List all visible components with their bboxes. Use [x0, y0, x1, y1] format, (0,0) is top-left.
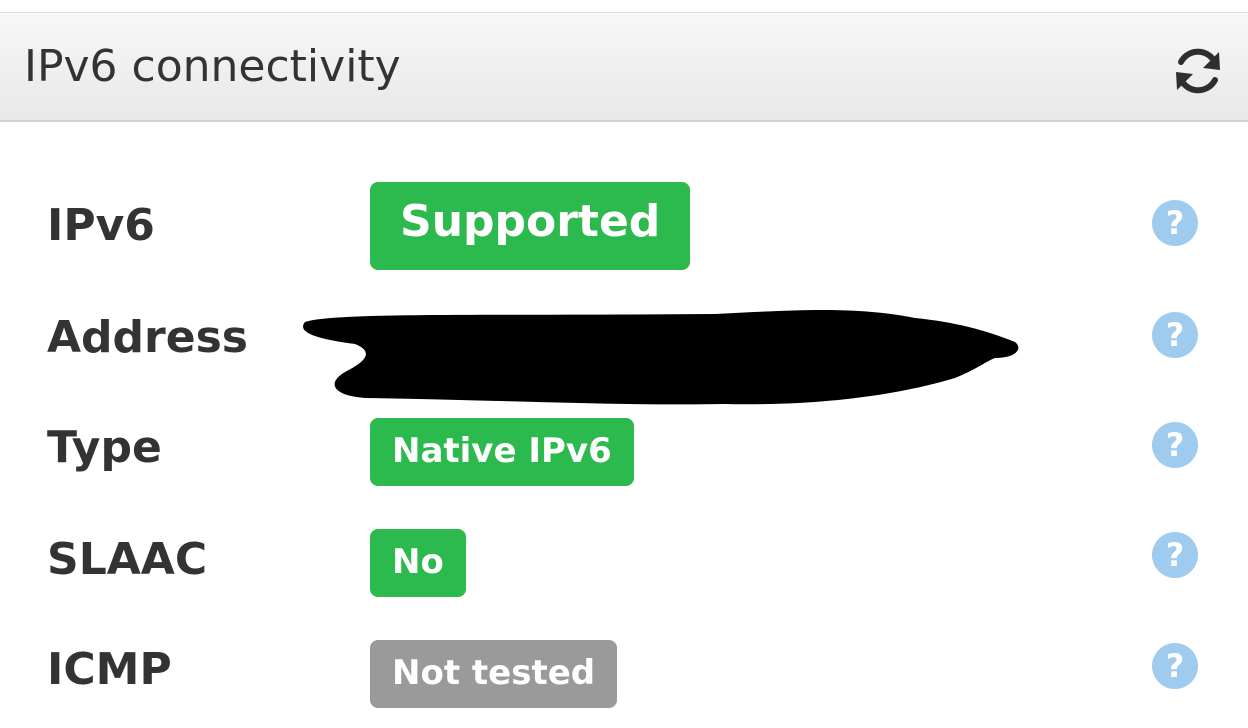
row-label-type: Type	[47, 422, 162, 473]
panel-header: IPv6 connectivity	[0, 12, 1248, 122]
status-badge-icmp: Not tested	[370, 640, 618, 708]
row-slaac: SLAAC No ?	[0, 512, 1248, 612]
row-label-ipv6: IPv6	[47, 200, 155, 251]
status-badge-slaac: No	[370, 529, 466, 597]
row-ipv6: IPv6 Supported ?	[0, 176, 1248, 276]
address-redaction	[303, 310, 1019, 405]
row-label-icmp: ICMP	[47, 644, 172, 695]
panel-title: IPv6 connectivity	[24, 41, 401, 92]
row-label-address: Address	[47, 312, 248, 363]
row-icmp: ICMP Not tested ?	[0, 624, 1248, 724]
help-icon-slaac[interactable]: ?	[1152, 532, 1198, 578]
row-type: Type Native IPv6 ?	[0, 402, 1248, 502]
refresh-icon-graphic	[1176, 48, 1220, 94]
status-badge-ipv6: Supported	[370, 182, 691, 270]
help-icon-icmp[interactable]: ?	[1152, 643, 1198, 689]
status-badge-type: Native IPv6	[370, 418, 634, 486]
help-icon-address[interactable]: ?	[1152, 312, 1198, 358]
refresh-icon[interactable]	[1170, 43, 1226, 99]
ipv6-connectivity-panel: IPv6 connectivity IPv6 Supported ? Addre…	[0, 0, 1248, 728]
help-icon-type[interactable]: ?	[1152, 422, 1198, 468]
help-icon-ipv6[interactable]: ?	[1152, 200, 1198, 246]
row-label-slaac: SLAAC	[47, 534, 208, 585]
top-strip	[0, 0, 1248, 12]
